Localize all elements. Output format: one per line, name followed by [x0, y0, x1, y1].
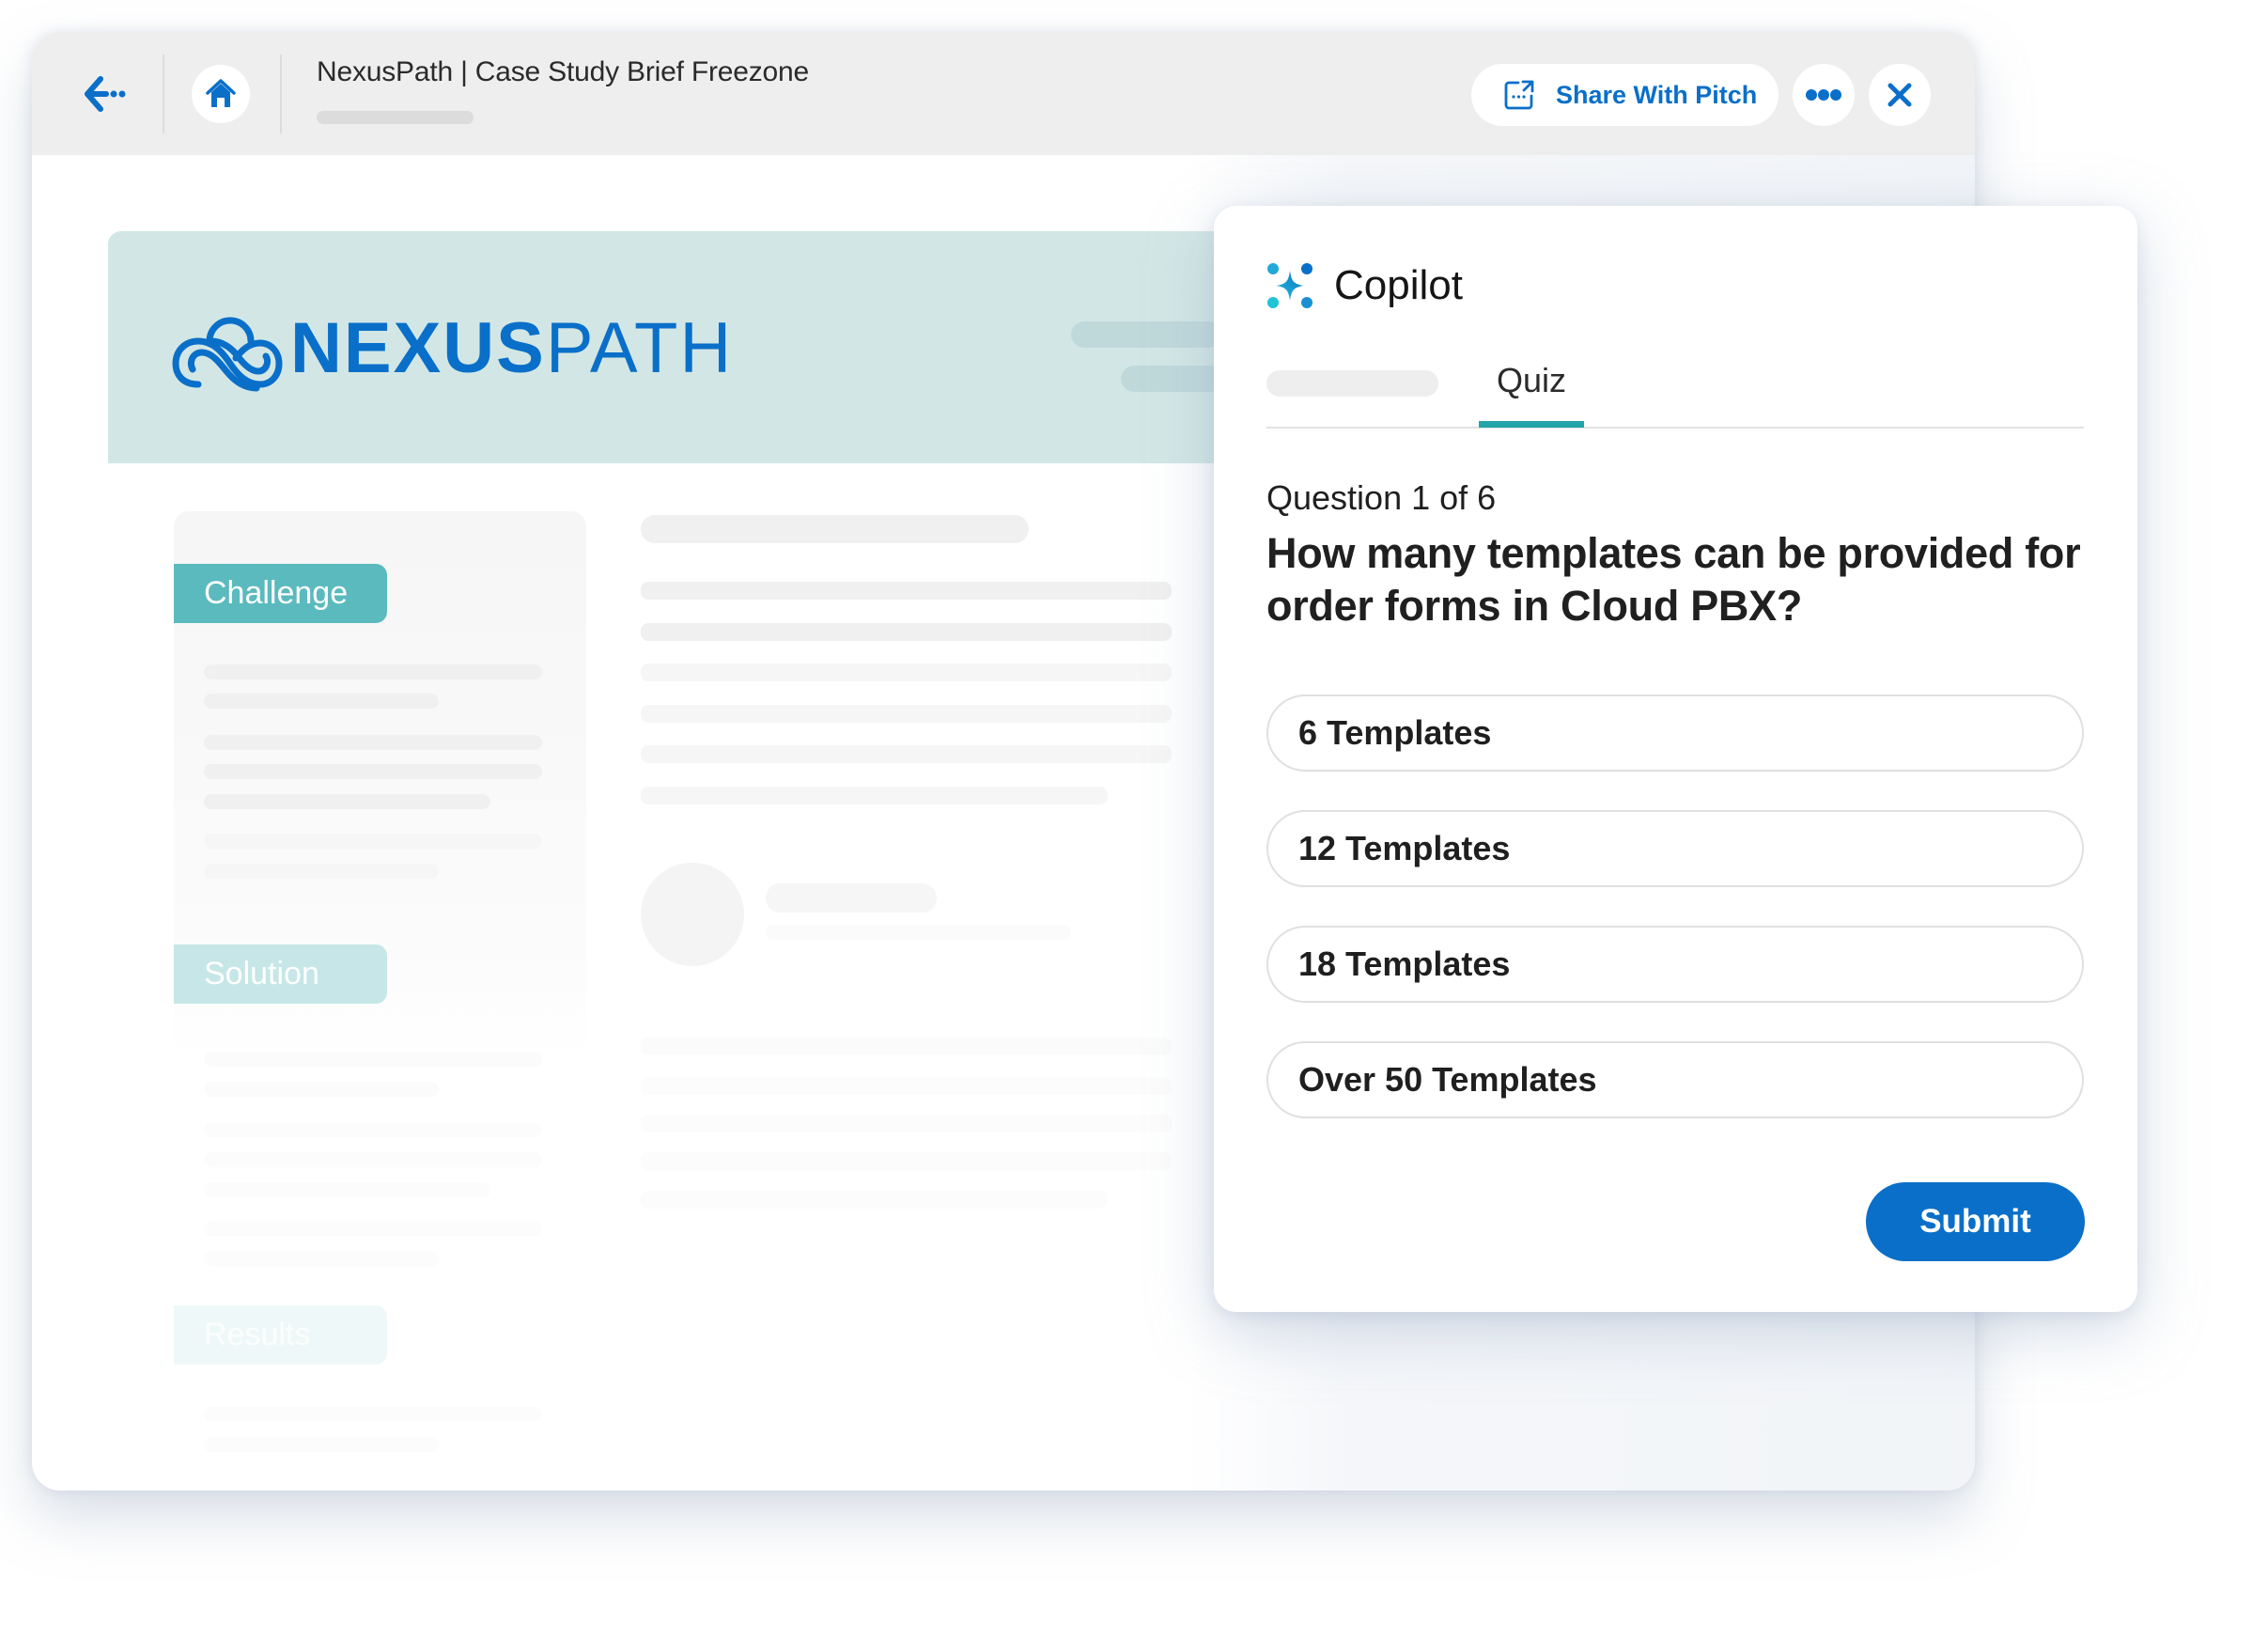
- submit-button[interactable]: Submit: [1866, 1182, 2085, 1261]
- share-button-label: Share With Pitch: [1556, 80, 1758, 109]
- answer-option[interactable]: 18 Templates: [1266, 926, 2084, 1003]
- tab-quiz[interactable]: Quiz: [1479, 361, 1584, 400]
- answer-option-label: 18 Templates: [1298, 944, 1511, 983]
- home-button[interactable]: [192, 65, 250, 123]
- nexuspath-logo: NEXUSPATH: [172, 304, 733, 394]
- copilot-header: Copilot: [1266, 262, 1463, 309]
- sparkle-icon: [1267, 263, 1313, 308]
- text-placeholder: [641, 582, 1172, 600]
- more-options-button[interactable]: [1793, 64, 1855, 126]
- share-with-pitch-button[interactable]: Share With Pitch: [1471, 64, 1779, 126]
- heading-placeholder: [641, 515, 1029, 543]
- avatar-placeholder: [641, 863, 744, 966]
- active-tab-indicator: [1479, 421, 1584, 428]
- copilot-title: Copilot: [1334, 262, 1463, 308]
- back-button[interactable]: [79, 66, 135, 122]
- text-placeholder: [641, 1077, 1172, 1095]
- document-title: NexusPath | Case Study Brief Freezone: [317, 56, 809, 87]
- brand-wordmark: NEXUSPATH: [290, 313, 733, 384]
- subtitle-placeholder: [317, 111, 474, 124]
- more-horizontal-icon: [1806, 89, 1841, 101]
- text-placeholder: [641, 1115, 1172, 1132]
- text-placeholder: [641, 705, 1172, 723]
- text-placeholder: [641, 1038, 1172, 1055]
- text-placeholder: [204, 1152, 542, 1167]
- text-placeholder: [204, 764, 542, 779]
- question-counter: Question 1 of 6: [1266, 478, 1497, 517]
- text-placeholder: [204, 1221, 542, 1236]
- tab-divider: [1266, 427, 2084, 429]
- home-icon: [206, 79, 236, 107]
- text-placeholder: [204, 1251, 439, 1266]
- text-placeholder: [204, 664, 542, 679]
- text-placeholder: [204, 694, 439, 709]
- answer-option-label: Over 50 Templates: [1298, 1060, 1597, 1099]
- text-placeholder: [641, 745, 1172, 763]
- divider: [280, 55, 282, 133]
- text-placeholder: [204, 1122, 542, 1137]
- copilot-panel: Copilot Quiz Question 1 of 6 How many te…: [1214, 206, 2137, 1312]
- text-placeholder: [641, 1152, 1172, 1170]
- share-icon: [1504, 80, 1534, 110]
- answer-option[interactable]: 12 Templates: [1266, 810, 2084, 887]
- text-placeholder: [204, 735, 542, 750]
- answer-option[interactable]: Over 50 Templates: [1266, 1041, 2084, 1118]
- question-text: How many templates can be provided for o…: [1266, 529, 2081, 630]
- divider: [163, 55, 164, 133]
- text-placeholder: [641, 787, 1108, 804]
- text-placeholder: [204, 1052, 542, 1067]
- name-placeholder: [766, 883, 937, 913]
- close-button[interactable]: [1869, 64, 1931, 126]
- title-bar: NexusPath | Case Study Brief Freezone Sh…: [32, 32, 1975, 155]
- answer-option-label: 6 Templates: [1298, 713, 1492, 752]
- brand-light: PATH: [545, 308, 734, 388]
- cloud-infinity-logo-icon: [172, 317, 283, 392]
- role-placeholder: [766, 925, 1071, 940]
- text-placeholder: [204, 1407, 542, 1422]
- back-arrow-icon: [85, 76, 126, 112]
- text-placeholder: [641, 663, 1172, 681]
- text-placeholder: [204, 1437, 439, 1452]
- text-placeholder: [641, 1191, 1108, 1209]
- section-tag-solution[interactable]: Solution: [174, 944, 387, 1004]
- text-placeholder: [204, 794, 490, 809]
- text-placeholder: [641, 623, 1172, 641]
- section-tag-challenge[interactable]: Challenge: [174, 564, 387, 623]
- answer-option-label: 12 Templates: [1298, 829, 1511, 867]
- close-icon: [1887, 83, 1912, 107]
- text-placeholder: [204, 834, 542, 849]
- answer-option[interactable]: 6 Templates: [1266, 695, 2084, 772]
- section-tag-results[interactable]: Results: [174, 1305, 387, 1365]
- text-placeholder: [204, 1082, 439, 1097]
- brand-bold: NEXUS: [290, 308, 546, 388]
- tab-placeholder[interactable]: [1266, 370, 1438, 397]
- text-placeholder: [204, 1182, 490, 1197]
- text-placeholder: [204, 864, 439, 879]
